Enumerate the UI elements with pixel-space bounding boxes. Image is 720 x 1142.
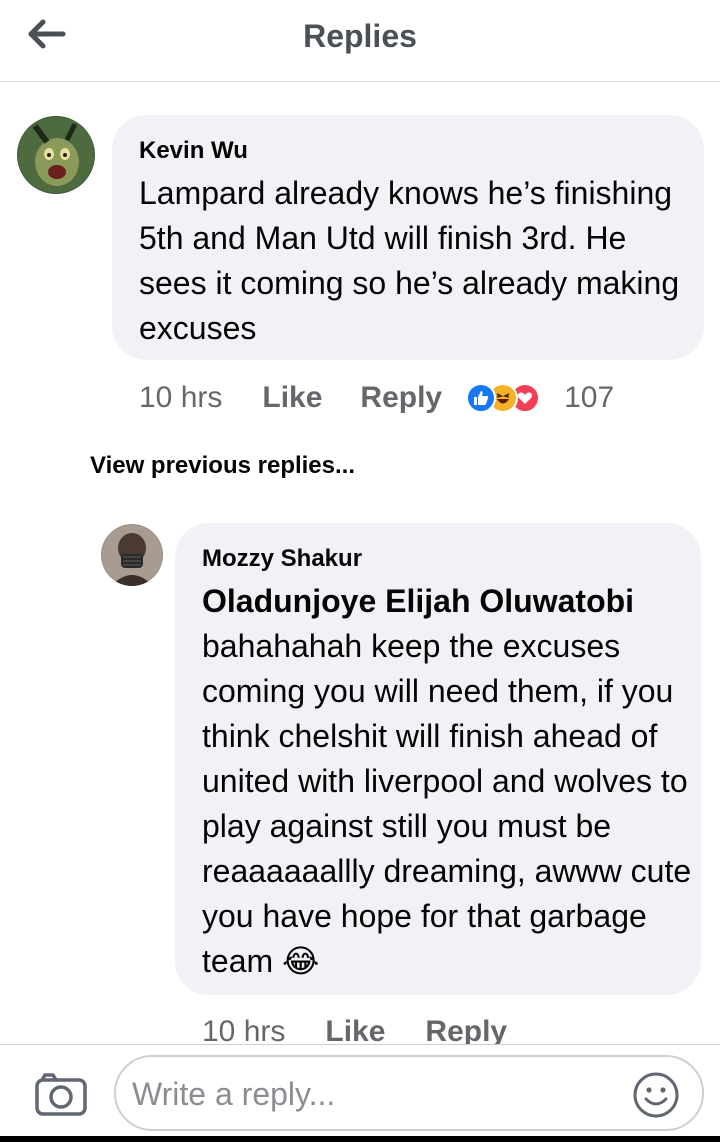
avatar-mozzy-shakur[interactable] xyxy=(101,524,163,586)
like-reaction-icon xyxy=(466,383,497,413)
reply-input-box[interactable] xyxy=(114,1055,704,1131)
reaction-summary[interactable] xyxy=(466,383,541,413)
header-bar: Replies xyxy=(0,0,720,82)
emoji-button[interactable] xyxy=(632,1071,680,1119)
reply-body: Oladunjoye Elijah Oluwatobi bahahahah ke… xyxy=(202,579,692,984)
reply-bubble: Mozzy Shakur Oladunjoye Elijah Oluwatobi… xyxy=(175,523,701,995)
comment-meta: 10 hrs Like Reply 107 xyxy=(139,378,614,418)
comment-bubble: Kevin Wu Lampard already knows he’s fini… xyxy=(112,115,704,360)
comment-text: Lampard already knows he’s finishing 5th… xyxy=(139,175,680,346)
avatar-kevin-wu[interactable] xyxy=(17,116,95,194)
page-title: Replies xyxy=(303,18,417,54)
camera-icon xyxy=(35,1073,87,1116)
smiley-icon xyxy=(633,1072,679,1118)
reply-text: bahahahah keep the excuses coming you wi… xyxy=(202,628,692,979)
reaction-count[interactable]: 107 xyxy=(564,381,614,415)
reply-composer xyxy=(0,1044,720,1142)
comment-like-button[interactable]: Like xyxy=(262,381,322,415)
comment-author[interactable]: Kevin Wu xyxy=(139,137,689,165)
reply-mention[interactable]: Oladunjoye Elijah Oluwatobi xyxy=(202,583,634,619)
comment-reply-button[interactable]: Reply xyxy=(360,381,442,415)
reply-input[interactable] xyxy=(132,1071,622,1117)
view-previous-replies-link[interactable]: View previous replies... xyxy=(90,452,355,480)
tears-of-joy-emoji-icon: 😂 xyxy=(282,943,320,979)
system-nav-bar xyxy=(0,1136,720,1142)
reply-author[interactable]: Mozzy Shakur xyxy=(202,545,692,573)
comment-timestamp: 10 hrs xyxy=(139,381,223,414)
camera-button[interactable] xyxy=(34,1071,88,1117)
